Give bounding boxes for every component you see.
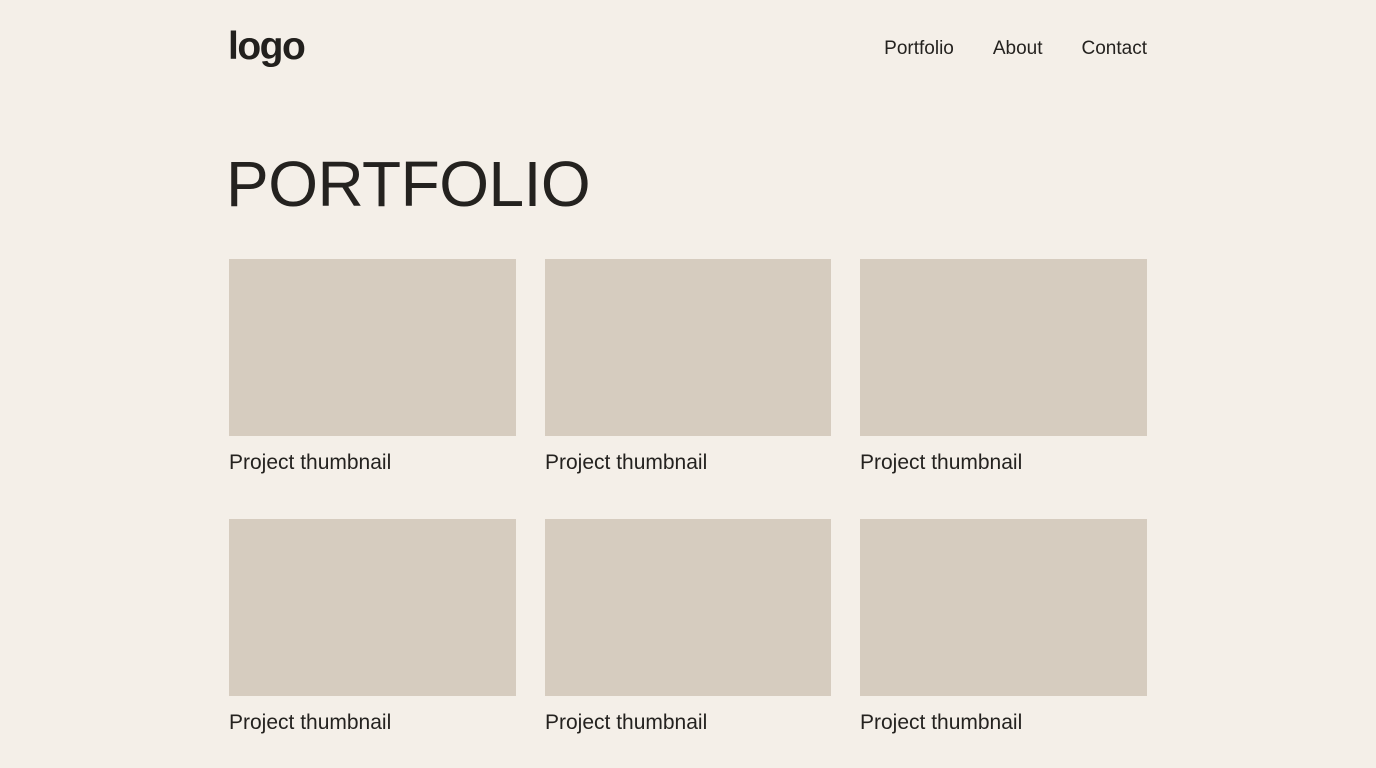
nav-link-portfolio[interactable]: Portfolio: [884, 37, 954, 61]
page-title: PORTFOLIO: [226, 148, 591, 220]
nav-link-contact[interactable]: Contact: [1082, 37, 1147, 61]
main-nav: Portfolio About Contact: [884, 37, 1147, 61]
project-caption: Project thumbnail: [229, 451, 392, 474]
project-thumbnail-image: [545, 259, 831, 436]
project-card[interactable]: Project thumbnail: [860, 259, 1147, 475]
project-thumbnail-image: [229, 519, 516, 696]
project-caption: Project thumbnail: [860, 451, 1023, 474]
project-caption: Project thumbnail: [545, 451, 708, 474]
nav-link-about[interactable]: About: [993, 37, 1043, 61]
project-card[interactable]: Project thumbnail: [545, 519, 831, 735]
project-thumbnail-image: [860, 519, 1147, 696]
project-card[interactable]: Project thumbnail: [229, 259, 516, 475]
project-caption: Project thumbnail: [229, 711, 392, 734]
project-thumbnail-image: [860, 259, 1147, 436]
logo[interactable]: logo: [228, 24, 306, 70]
project-thumbnail-image: [229, 259, 516, 436]
project-grid: Project thumbnail Project thumbnail Proj…: [229, 259, 1147, 735]
project-thumbnail-image: [545, 519, 831, 696]
project-caption: Project thumbnail: [860, 711, 1023, 734]
project-card[interactable]: Project thumbnail: [860, 519, 1147, 735]
project-caption: Project thumbnail: [545, 711, 708, 734]
project-card[interactable]: Project thumbnail: [229, 519, 516, 735]
page: logo Portfolio About Contact PORTFOLIO P…: [0, 0, 1376, 768]
project-card[interactable]: Project thumbnail: [545, 259, 831, 475]
